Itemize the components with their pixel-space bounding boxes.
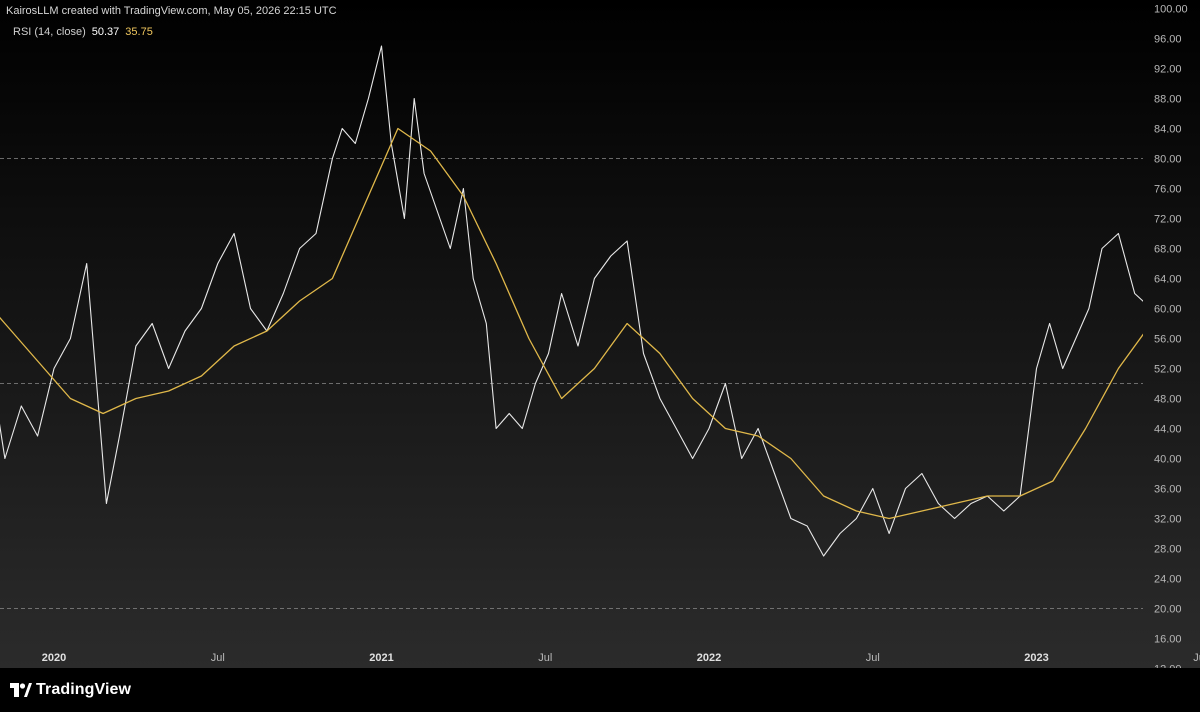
y-tick-label: 24.00 [1154, 574, 1182, 586]
ma-value: 35.75 [125, 26, 153, 38]
x-tick-label: 2022 [697, 652, 721, 664]
y-tick-label: 68.00 [1154, 244, 1182, 256]
x-tick-label: Jul [866, 652, 880, 664]
chart-background [0, 0, 1200, 668]
rsi-chart[interactable]: 12.0016.0020.0024.0028.0032.0036.0040.00… [0, 0, 1200, 712]
y-tick-label: 36.00 [1154, 484, 1182, 496]
tradingview-logo-icon [10, 683, 32, 697]
y-tick-label: 16.00 [1154, 634, 1182, 646]
tradingview-logo[interactable]: TradingView [10, 681, 131, 699]
x-tick-label: Jul [538, 652, 552, 664]
y-tick-label: 80.00 [1154, 154, 1182, 166]
y-tick-label: 44.00 [1154, 424, 1182, 436]
x-tick-label: 2021 [369, 652, 393, 664]
indicator-legend[interactable]: RSI (14, close) 50.37 35.75 [13, 26, 153, 38]
y-tick-label: 20.00 [1154, 604, 1182, 616]
logo-text: TradingView [36, 681, 132, 698]
y-tick-label: 100.00 [1154, 4, 1188, 16]
y-tick-label: 52.00 [1154, 364, 1182, 376]
rsi-value: 50.37 [91, 26, 120, 38]
y-tick-label: 32.00 [1154, 514, 1182, 526]
y-tick-label: 48.00 [1154, 394, 1182, 406]
y-tick-label: 88.00 [1154, 94, 1182, 106]
y-tick-label: 76.00 [1154, 184, 1182, 196]
y-tick-label: 96.00 [1154, 34, 1182, 46]
y-tick-label: 60.00 [1154, 304, 1182, 316]
x-tick-label: Jul [1193, 652, 1200, 664]
y-tick-label: 92.00 [1154, 64, 1182, 76]
y-tick-label: 72.00 [1154, 214, 1182, 226]
y-tick-label: 56.00 [1154, 334, 1182, 346]
indicator-name: RSI (14, close) [13, 26, 86, 38]
x-tick-label: 2023 [1024, 652, 1048, 664]
y-tick-label: 40.00 [1154, 454, 1182, 466]
y-tick-label: 64.00 [1154, 274, 1182, 286]
chart-root: 12.0016.0020.0024.0028.0032.0036.0040.00… [0, 0, 1200, 712]
footer [0, 668, 1200, 712]
y-tick-label: 28.00 [1154, 544, 1182, 556]
x-tick-label: 2020 [42, 652, 66, 664]
y-tick-label: 84.00 [1154, 124, 1182, 136]
attribution-text: KairosLLM created with TradingView.com, … [6, 5, 337, 17]
x-tick-label: Jul [211, 652, 225, 664]
